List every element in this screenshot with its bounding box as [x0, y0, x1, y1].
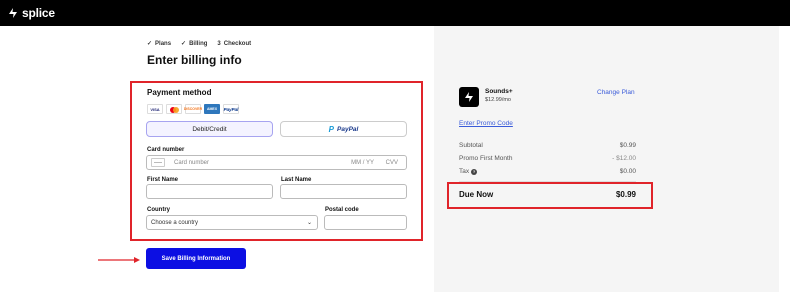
subtotal-row: Subtotal $0.99	[459, 142, 636, 149]
save-billing-button[interactable]: Save Billing Information	[146, 248, 246, 269]
summary-divider	[459, 181, 636, 182]
check-icon: ✓	[181, 41, 187, 47]
expiry-field[interactable]: MM / YY	[351, 160, 374, 166]
paypal-icon: P	[328, 124, 334, 134]
step-label: Checkout	[223, 40, 252, 47]
country-label: Country	[147, 207, 170, 213]
tab-paypal[interactable]: P PayPal	[280, 121, 407, 137]
step-billing[interactable]: ✓ Billing	[181, 40, 208, 48]
step-plans[interactable]: ✓ Plans	[147, 40, 172, 48]
cvv-field[interactable]: CVV	[386, 160, 398, 166]
sounds-plus-icon	[459, 87, 479, 107]
product-price: $12.99/mo	[485, 97, 511, 103]
visa-logo: VISA	[147, 104, 163, 114]
discover-logo: DISCOVER	[184, 104, 202, 114]
country-value: Choose a country	[151, 219, 199, 226]
promo-value: - $12.00	[612, 155, 636, 162]
last-name-input[interactable]	[280, 184, 407, 199]
first-name-input[interactable]	[146, 184, 273, 199]
check-icon: ✓	[147, 41, 153, 47]
due-now-value: $0.99	[615, 190, 636, 199]
splice-logo[interactable]: splice	[7, 6, 55, 20]
tax-label: Tax	[459, 168, 470, 175]
step-label: Billing	[189, 40, 208, 47]
subtotal-label: Subtotal	[459, 142, 483, 149]
due-now-label: Due Now	[459, 190, 494, 199]
paypal-logo: PayPal	[223, 104, 239, 114]
credit-card-icon	[151, 158, 165, 167]
step-checkout: 3 Checkout	[217, 40, 251, 47]
card-number-field[interactable]: Card number MM / YY CVV	[146, 155, 407, 170]
product-name: Sounds+	[485, 88, 513, 95]
splice-logo-icon	[9, 8, 17, 18]
subtotal-value: $0.99	[619, 142, 636, 149]
accepted-cards: VISA DISCOVER AMEX PayPal	[147, 104, 239, 114]
mastercard-logo	[166, 104, 182, 114]
card-number-label: Card number	[147, 147, 185, 153]
tax-row: Tax ? $0.00	[459, 168, 636, 175]
chevron-down-icon: ⌄	[306, 220, 312, 226]
postal-code-input[interactable]	[324, 215, 407, 230]
tax-value: $0.00	[619, 168, 636, 175]
country-select[interactable]: Choose a country ⌄	[146, 215, 318, 230]
top-bar: splice	[0, 0, 790, 26]
brand-name: splice	[22, 6, 55, 20]
page-title: Enter billing info	[147, 53, 242, 67]
promo-row: Promo First Month - $12.00	[459, 155, 636, 162]
step-label: Plans	[155, 40, 172, 47]
card-number-placeholder: Card number	[174, 159, 210, 166]
step-number: 3	[217, 40, 221, 47]
amex-logo: AMEX	[204, 104, 220, 114]
last-name-label: Last Name	[281, 177, 312, 183]
info-icon[interactable]: ?	[471, 168, 478, 175]
promo-label: Promo First Month	[459, 155, 513, 162]
payment-method-title: Payment method	[147, 88, 212, 97]
checkout-steps: ✓ Plans ✓ Billing 3 Checkout	[147, 40, 251, 48]
tab-debit-credit[interactable]: Debit/Credit	[146, 121, 273, 137]
first-name-label: First Name	[147, 177, 179, 183]
due-now-row: Due Now $0.99	[459, 190, 636, 199]
postal-code-label: Postal code	[325, 207, 359, 213]
tax-label-group: Tax ?	[459, 168, 478, 175]
paypal-label: PayPal	[337, 125, 359, 133]
change-plan-link[interactable]: Change Plan	[597, 89, 635, 96]
arrow-right-icon	[98, 257, 140, 263]
enter-promo-code-link[interactable]: Enter Promo Code	[459, 120, 513, 127]
